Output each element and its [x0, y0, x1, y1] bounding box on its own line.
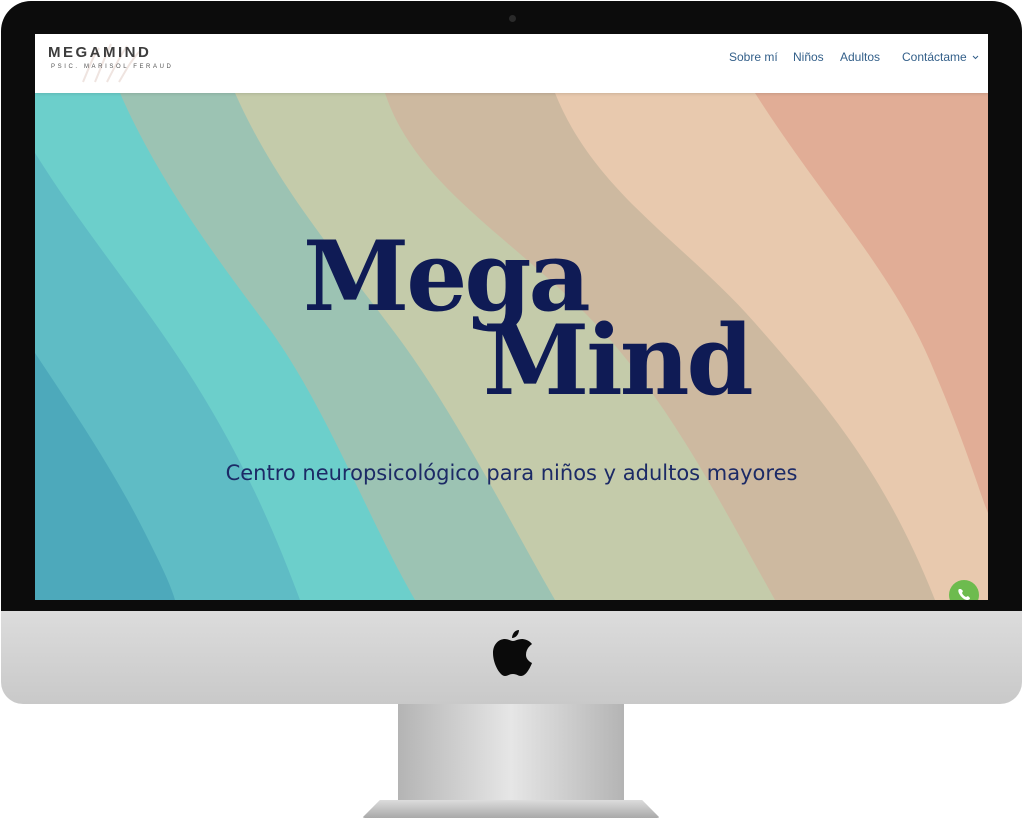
monitor-stand-neck — [398, 704, 624, 802]
webcam — [509, 15, 516, 22]
whatsapp-button[interactable] — [949, 580, 979, 600]
hero-tagline: Centro neuropsicológico para niños y adu… — [225, 461, 798, 485]
apple-logo-icon — [493, 630, 532, 676]
monitor-chin — [1, 611, 1022, 704]
chevron-down-icon — [972, 55, 979, 60]
site-header: MEGAMIND PSIC. MARISOL FERAUD Sobre mí N… — [35, 34, 988, 93]
whatsapp-icon — [958, 589, 970, 600]
nav-item-contactame-label: Contáctame — [902, 50, 967, 64]
nav-item-contactame[interactable]: Contáctame — [902, 50, 979, 64]
monitor-stand-base — [362, 800, 660, 818]
nav-item-ninos[interactable]: Niños — [793, 50, 824, 64]
browser-viewport: MEGAMIND PSIC. MARISOL FERAUD Sobre mí N… — [35, 34, 988, 600]
nav-item-sobre-mi[interactable]: Sobre mí — [729, 50, 778, 64]
site-logo-subtitle: PSIC. MARISOL FERAUD — [51, 64, 174, 70]
hero-section: Mega Mind Centro neuropsicológico para n… — [35, 93, 988, 600]
hero-title-mind: Mind — [483, 304, 754, 417]
nav-item-adultos[interactable]: Adultos — [840, 50, 880, 64]
site-logo-title[interactable]: MEGAMIND — [48, 44, 151, 61]
